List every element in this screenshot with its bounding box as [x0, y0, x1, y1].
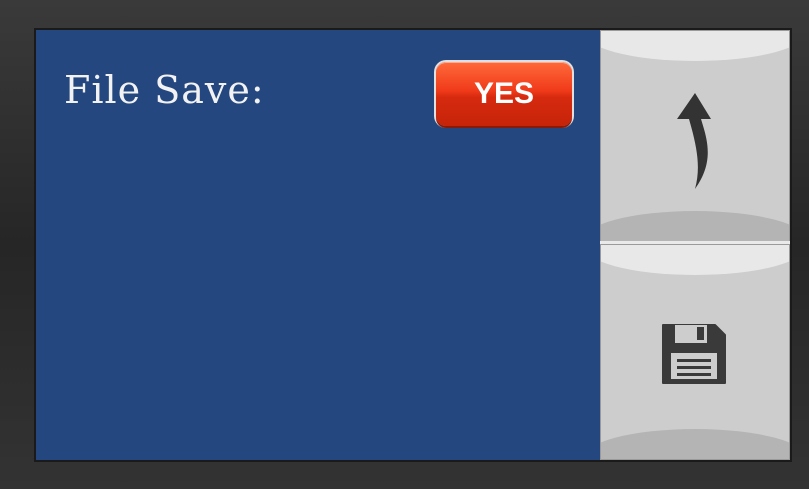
main-panel: File Save: YES [36, 30, 600, 460]
back-arrow-icon [667, 89, 727, 193]
yes-button[interactable]: YES [436, 62, 572, 126]
floppy-disk-icon [659, 321, 729, 387]
back-button[interactable] [600, 30, 790, 242]
file-save-label: File Save: [64, 68, 265, 112]
save-button[interactable] [600, 244, 790, 460]
